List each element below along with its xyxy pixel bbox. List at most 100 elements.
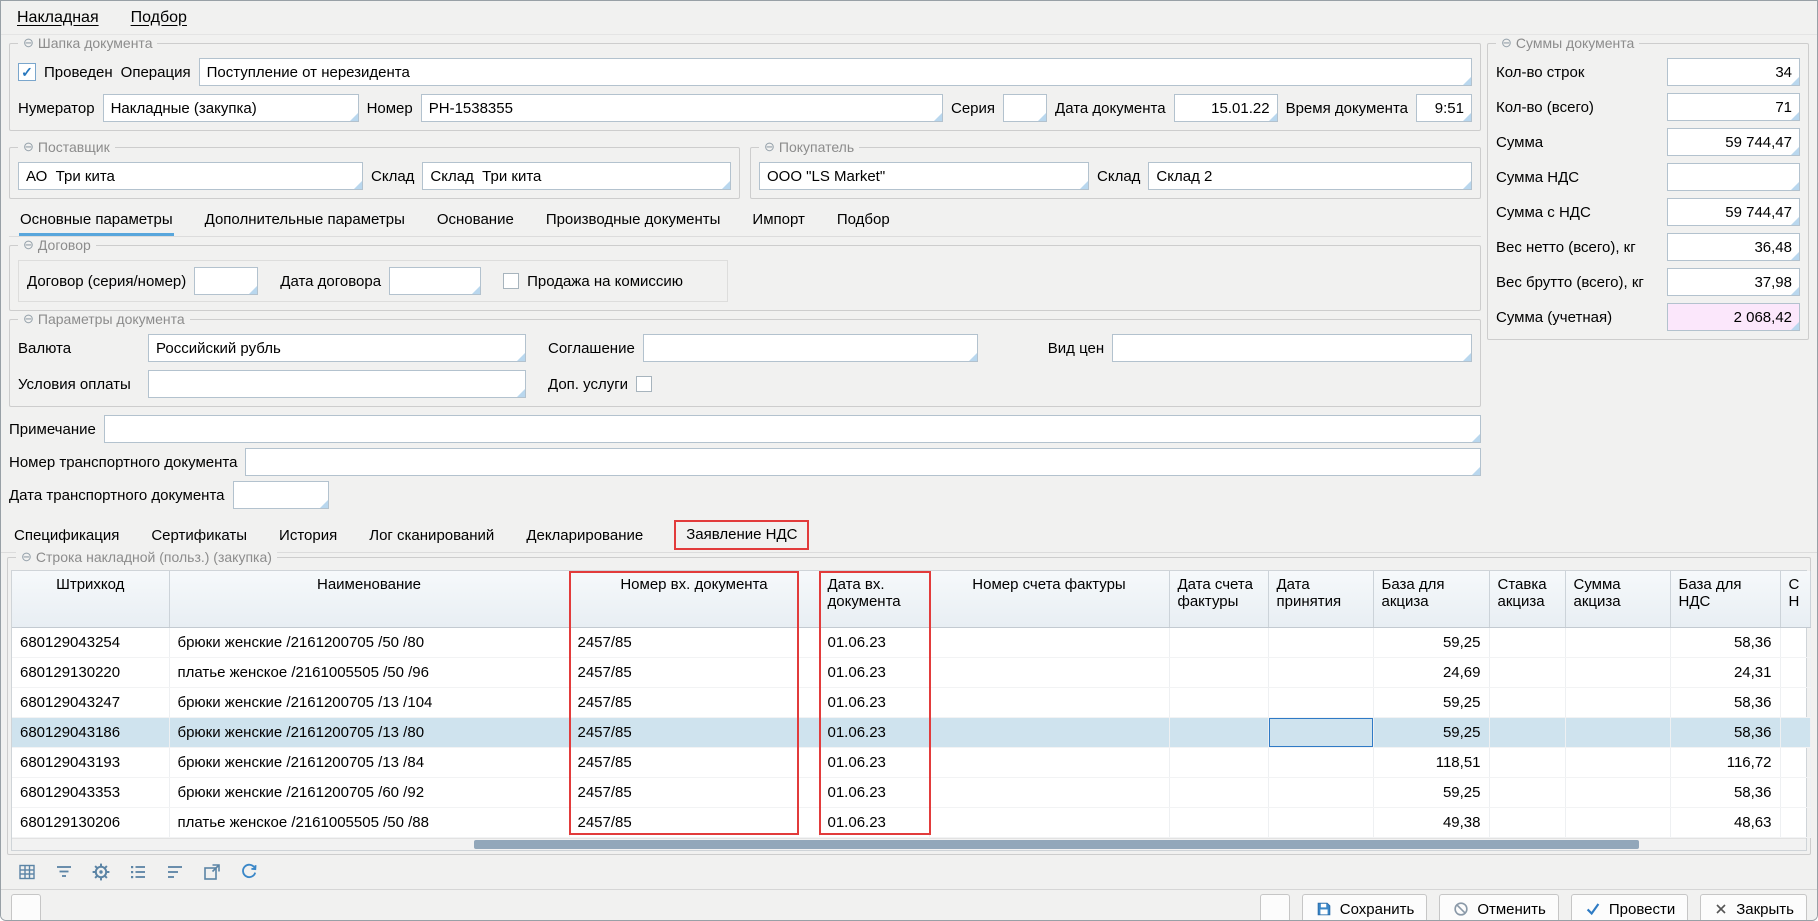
table-cell[interactable] (929, 627, 1169, 657)
column-header[interactable]: Дата счета фактуры (1169, 571, 1268, 627)
total-value-input[interactable]: 59 744,47 (1667, 198, 1800, 226)
table-cell[interactable] (1565, 687, 1670, 717)
table-cell[interactable]: 24,31 (1670, 657, 1780, 687)
table-cell[interactable] (1268, 807, 1373, 837)
table-cell[interactable]: брюки женские /2161200705 /60 /92 (169, 777, 569, 807)
table-cell[interactable] (929, 747, 1169, 777)
doc-time-input[interactable]: 9:51 (1416, 94, 1472, 122)
table-cell[interactable]: брюки женские /2161200705 /13 /80 (169, 717, 569, 747)
toolbar-sort-list-button[interactable] (161, 859, 189, 885)
series-input[interactable] (1003, 94, 1047, 122)
table-cell[interactable]: 118,51 (1373, 747, 1489, 777)
table-cell[interactable]: 48,63 (1670, 807, 1780, 837)
table-cell[interactable]: 59,25 (1373, 627, 1489, 657)
table-cell[interactable]: брюки женские /2161200705 /50 /80 (169, 627, 569, 657)
toolbar-filter-button[interactable] (50, 859, 78, 885)
table-cell[interactable] (929, 687, 1169, 717)
column-header[interactable]: Дата вх. документа (819, 571, 929, 627)
total-value-input[interactable]: 34 (1667, 58, 1800, 86)
table-cell[interactable]: 680129043193 (12, 747, 169, 777)
post-button[interactable]: Провести (1571, 894, 1688, 921)
table-cell[interactable]: 680129130220 (12, 657, 169, 687)
tab[interactable]: Импорт (751, 207, 805, 236)
tab[interactable]: Спецификация (13, 523, 120, 552)
toolbar-numbered-list-button[interactable] (124, 859, 152, 885)
tab[interactable]: Производные документы (545, 207, 722, 236)
table-cell[interactable] (1268, 687, 1373, 717)
refresh-button[interactable] (1260, 894, 1290, 921)
table-row[interactable]: 680129043353брюки женские /2161200705 /6… (12, 777, 1810, 807)
table-cell[interactable]: 680129043247 (12, 687, 169, 717)
collapse-icon[interactable]: ⊖ (764, 139, 775, 155)
table-cell[interactable] (1169, 777, 1268, 807)
total-value-input[interactable]: 36,48 (1667, 233, 1800, 261)
table-cell[interactable] (929, 657, 1169, 687)
table-cell[interactable]: 01.06.23 (819, 627, 929, 657)
transport-number-input[interactable] (245, 448, 1481, 476)
column-header[interactable]: Ставка акциза (1489, 571, 1565, 627)
menu-item[interactable]: Накладная (17, 9, 99, 27)
table-cell[interactable]: 58,36 (1670, 627, 1780, 657)
table-cell[interactable] (1780, 687, 1810, 717)
column-header[interactable]: База для акциза (1373, 571, 1489, 627)
tab[interactable]: Основные параметры (19, 207, 174, 236)
table-cell[interactable] (1268, 657, 1373, 687)
tab[interactable]: История (278, 523, 338, 552)
agreement-input[interactable] (643, 334, 978, 362)
table-cell[interactable]: 116,72 (1670, 747, 1780, 777)
table-cell[interactable] (1780, 717, 1810, 747)
column-header[interactable]: Номер счета фактуры (929, 571, 1169, 627)
table-cell[interactable]: брюки женские /2161200705 /13 /84 (169, 747, 569, 777)
save-button[interactable]: Сохранить (1302, 894, 1428, 921)
menu-item[interactable]: Подбор (131, 9, 187, 27)
table-cell[interactable]: 01.06.23 (819, 687, 929, 717)
table-cell[interactable] (1565, 717, 1670, 747)
table-cell[interactable] (1169, 807, 1268, 837)
doc-date-input[interactable]: 15.01.22 (1174, 94, 1278, 122)
table-cell[interactable] (1489, 627, 1565, 657)
total-value-input[interactable] (1667, 163, 1800, 191)
tab[interactable]: Подбор (836, 207, 891, 236)
table-cell[interactable] (1565, 747, 1670, 777)
commission-checkbox[interactable] (503, 273, 519, 289)
toolbar-refresh-button[interactable] (235, 859, 263, 885)
table-cell[interactable]: платье женское /2161005505 /50 /88 (169, 807, 569, 837)
column-header[interactable]: Наименование (169, 571, 569, 627)
column-header[interactable]: Дата принятия (1268, 571, 1373, 627)
table-cell[interactable] (1489, 717, 1565, 747)
table-cell[interactable] (1489, 747, 1565, 777)
table-cell[interactable] (1489, 807, 1565, 837)
table-cell[interactable]: 680129043254 (12, 627, 169, 657)
table-cell[interactable]: 49,38 (1373, 807, 1489, 837)
open-window-button[interactable] (11, 894, 41, 921)
horizontal-scrollbar[interactable] (12, 838, 1806, 850)
table-cell[interactable]: 59,25 (1373, 717, 1489, 747)
table-row[interactable]: 680129130206платье женское /2161005505 /… (12, 807, 1810, 837)
table-row[interactable]: 680129043254брюки женские /2161200705 /5… (12, 627, 1810, 657)
currency-input[interactable]: Российский рубль (148, 334, 526, 362)
table-cell[interactable]: 58,36 (1670, 777, 1780, 807)
transport-date-input[interactable] (233, 481, 329, 509)
price-kind-input[interactable] (1112, 334, 1472, 362)
table-cell[interactable] (1268, 627, 1373, 657)
column-header[interactable]: Сумма акциза (1565, 571, 1670, 627)
scrollbar-thumb[interactable] (474, 840, 1639, 849)
table-cell[interactable]: 2457/85 (569, 687, 819, 717)
table-cell[interactable]: 2457/85 (569, 777, 819, 807)
collapse-icon[interactable]: ⊖ (23, 139, 34, 155)
table-cell[interactable] (929, 807, 1169, 837)
table-cell[interactable] (1780, 807, 1810, 837)
table-cell[interactable] (1268, 747, 1373, 777)
number-input[interactable]: РН-1538355 (421, 94, 943, 122)
table-cell[interactable] (1489, 657, 1565, 687)
toolbar-table-button[interactable] (13, 859, 41, 885)
column-header[interactable]: С Н (1780, 571, 1810, 627)
collapse-icon[interactable]: ⊖ (21, 549, 32, 565)
table-cell[interactable] (1169, 657, 1268, 687)
tab[interactable]: Лог сканирований (368, 523, 495, 552)
payment-terms-input[interactable] (148, 370, 526, 398)
table-cell[interactable]: 01.06.23 (819, 747, 929, 777)
tab[interactable]: Сертификаты (150, 523, 248, 552)
collapse-icon[interactable]: ⊖ (23, 237, 34, 253)
table-cell[interactable]: 2457/85 (569, 747, 819, 777)
